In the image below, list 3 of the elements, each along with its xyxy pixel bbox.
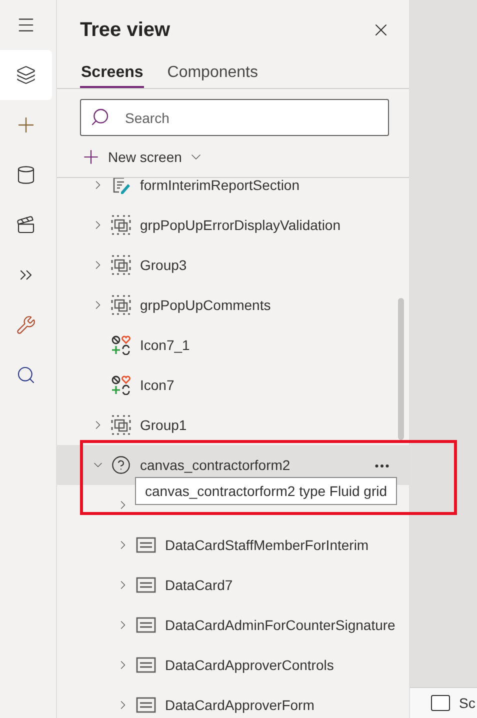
footer-label: Sc — [459, 695, 476, 711]
tooltip: canvas_contractorform2 type Fluid grid — [135, 477, 397, 505]
panel-title: Tree view — [80, 18, 170, 42]
